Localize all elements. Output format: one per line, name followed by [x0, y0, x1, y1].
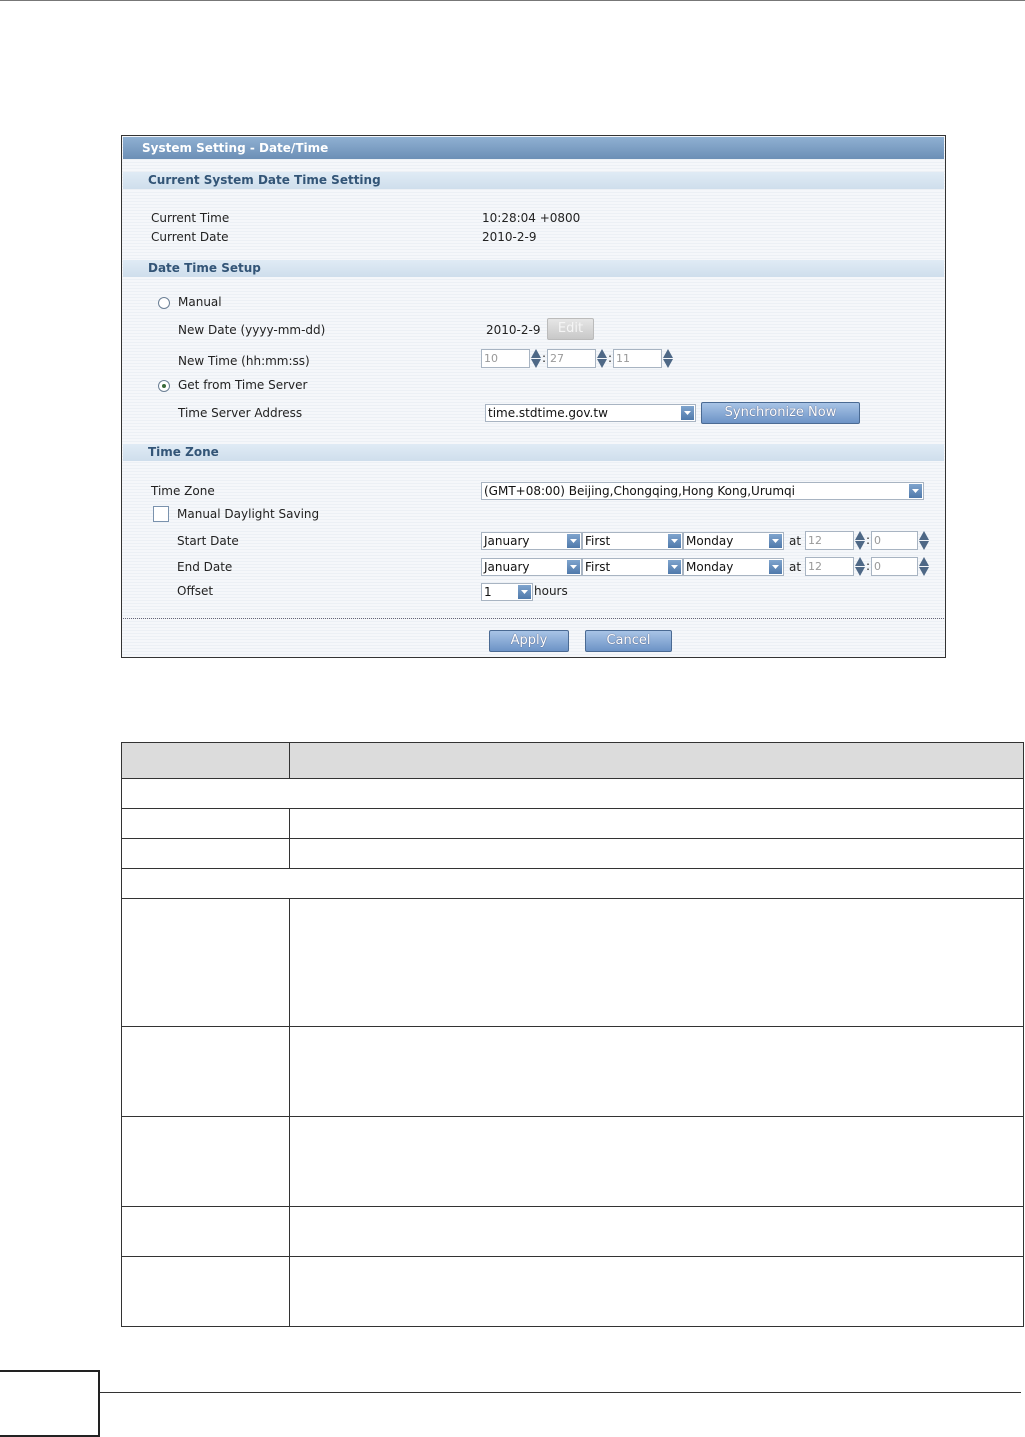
start-week-select[interactable]: First — [582, 532, 683, 550]
page-top-rule — [0, 0, 1025, 1]
end-month-value: January — [484, 560, 530, 574]
end-hour-spinner-icon[interactable] — [855, 557, 865, 576]
end-hour-input[interactable]: 12 — [805, 557, 854, 576]
end-week-value: First — [585, 560, 611, 574]
table-row — [289, 898, 1024, 1027]
minute-input[interactable]: 27 — [547, 349, 596, 368]
time-zone-value: (GMT+08:00) Beijing,Chongqing,Hong Kong,… — [484, 484, 796, 498]
current-time-value: 10:28:04 +0800 — [482, 211, 581, 225]
end-day-value: Monday — [686, 560, 734, 574]
hour-input[interactable]: 10 — [481, 349, 530, 368]
time-zone-select[interactable]: (GMT+08:00) Beijing,Chongqing,Hong Kong,… — [481, 482, 924, 500]
table-header-description-cell — [289, 742, 1024, 779]
edit-date-button[interactable]: Edit — [547, 318, 594, 340]
current-date-value: 2010-2-9 — [482, 230, 537, 244]
page-number-box — [0, 1370, 100, 1437]
date-time-panel: System Setting - Date/Time Current Syste… — [121, 135, 946, 658]
section-current-setting: Current System Date Time Setting — [123, 172, 944, 189]
second-input[interactable]: 11 — [613, 349, 662, 368]
table-row — [121, 1206, 290, 1257]
table-header-label-cell — [121, 742, 290, 779]
table-row — [121, 1256, 290, 1327]
section-time-zone: Time Zone — [123, 444, 944, 461]
offset-label: Offset — [177, 584, 214, 598]
divider — [123, 618, 944, 619]
table-row — [289, 808, 1024, 839]
table-row — [289, 1116, 1024, 1207]
end-minute-spinner-icon[interactable] — [919, 557, 929, 576]
chevron-down-icon — [681, 406, 694, 420]
get-from-server-label: Get from Time Server — [178, 378, 308, 392]
start-minute-input[interactable]: 0 — [871, 531, 918, 550]
offset-select[interactable]: 1 — [481, 583, 533, 601]
table-row — [121, 898, 290, 1027]
end-month-select[interactable]: January — [481, 558, 582, 576]
current-time-label: Current Time — [151, 211, 230, 225]
start-at-label: at — [789, 534, 802, 548]
hours-label: hours — [534, 584, 568, 598]
start-date-label: Start Date — [177, 534, 239, 548]
start-minute-spinner-icon[interactable] — [919, 531, 929, 550]
chevron-down-icon — [769, 534, 782, 548]
manual-label: Manual — [178, 295, 222, 309]
time-zone-label: Time Zone — [151, 484, 215, 498]
apply-button[interactable]: Apply — [489, 630, 569, 652]
new-time-label: New Time (hh:mm:ss) — [178, 354, 310, 368]
chevron-down-icon — [567, 560, 580, 574]
chevron-down-icon — [769, 560, 782, 574]
table-row — [121, 1026, 290, 1117]
new-date-label: New Date (yyyy-mm-dd) — [178, 323, 326, 337]
server-address-select[interactable]: time.stdtime.gov.tw — [485, 404, 696, 422]
server-address-label: Time Server Address — [178, 406, 303, 420]
get-from-server-radio-icon[interactable] — [158, 380, 170, 392]
manual-radio-icon[interactable] — [158, 297, 170, 309]
start-hour-input[interactable]: 12 — [805, 531, 854, 550]
daylight-saving-label: Manual Daylight Saving — [177, 507, 320, 521]
footer-rule — [100, 1392, 1021, 1393]
table-row — [121, 838, 290, 869]
panel-title: System Setting - Date/Time — [123, 137, 944, 159]
end-colon: : — [866, 559, 871, 573]
table-section-row — [121, 778, 1024, 809]
start-day-select[interactable]: Monday — [683, 532, 784, 550]
time-colon: : — [608, 351, 613, 365]
end-day-select[interactable]: Monday — [683, 558, 784, 576]
start-day-value: Monday — [686, 534, 734, 548]
end-minute-input[interactable]: 0 — [871, 557, 918, 576]
table-row — [289, 1256, 1024, 1327]
start-hour-spinner-icon[interactable] — [855, 531, 865, 550]
chevron-down-icon — [567, 534, 580, 548]
start-week-value: First — [585, 534, 611, 548]
server-address-value: time.stdtime.gov.tw — [488, 406, 608, 420]
offset-value: 1 — [484, 585, 492, 599]
table-row — [289, 838, 1024, 869]
new-date-value: 2010-2-9 — [486, 323, 541, 337]
synchronize-now-button[interactable]: Synchronize Now — [701, 402, 860, 424]
chevron-down-icon — [909, 484, 922, 498]
current-date-label: Current Date — [151, 230, 229, 244]
chevron-down-icon — [668, 534, 681, 548]
chevron-down-icon — [668, 560, 681, 574]
start-month-select[interactable]: January — [481, 532, 582, 550]
table-section-row — [121, 868, 1024, 899]
time-colon: : — [542, 351, 547, 365]
end-date-label: End Date — [177, 560, 233, 574]
table-row — [121, 1116, 290, 1207]
table-row — [289, 1026, 1024, 1117]
minute-spinner-icon[interactable] — [597, 349, 607, 368]
chevron-down-icon — [518, 585, 531, 599]
start-month-value: January — [484, 534, 530, 548]
hour-spinner-icon[interactable] — [531, 349, 541, 368]
end-at-label: at — [789, 560, 802, 574]
second-spinner-icon[interactable] — [663, 349, 673, 368]
start-colon: : — [866, 533, 871, 547]
section-date-time-setup: Date Time Setup — [123, 260, 944, 277]
daylight-saving-checkbox-icon[interactable] — [153, 506, 169, 522]
end-week-select[interactable]: First — [582, 558, 683, 576]
table-row — [289, 1206, 1024, 1257]
cancel-button[interactable]: Cancel — [585, 630, 672, 652]
table-row — [121, 808, 290, 839]
